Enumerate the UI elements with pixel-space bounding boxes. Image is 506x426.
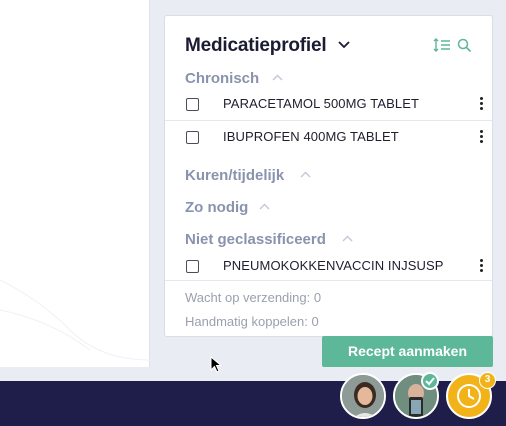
kebab-menu-icon[interactable] — [480, 97, 484, 113]
medication-row[interactable]: IBUPROFEN 400MG TABLET — [165, 121, 494, 154]
search-icon[interactable] — [457, 38, 472, 53]
user-avatar[interactable] — [340, 373, 386, 419]
background-pattern — [0, 279, 150, 361]
chevron-up-icon[interactable] — [300, 171, 311, 178]
section-label: Chronisch — [185, 70, 260, 87]
card-title[interactable]: Medicatieprofiel — [185, 35, 327, 57]
status-footer: Wacht op verzending: 0 Handmatig koppele… — [165, 280, 492, 337]
mouse-cursor-icon — [210, 356, 222, 373]
manual-link-status: Handmatig koppelen: 0 — [185, 314, 319, 329]
medication-row[interactable]: PARACETAMOL 500MG TABLET — [165, 88, 494, 121]
medication-name: PARACETAMOL 500MG TABLET — [223, 96, 420, 111]
awaiting-sending-status: Wacht op verzending: 0 — [185, 290, 322, 305]
chevron-up-icon[interactable] — [342, 235, 353, 242]
notification-badge: 3 — [479, 372, 496, 389]
section-header-kuren[interactable]: Kuren/tijdelijk — [185, 167, 311, 184]
kebab-menu-icon[interactable] — [480, 130, 484, 146]
medication-checkbox[interactable] — [186, 260, 199, 273]
section-header-niet-geclassificeerd[interactable]: Niet geclassificeerd — [185, 231, 353, 248]
chevron-up-icon[interactable] — [259, 203, 270, 210]
create-prescription-button[interactable]: Recept aanmaken — [322, 336, 493, 367]
chevron-up-icon[interactable] — [272, 74, 283, 81]
section-header-zo-nodig[interactable]: Zo nodig — [185, 199, 270, 216]
left-panel — [0, 0, 150, 367]
medication-checkbox[interactable] — [186, 98, 199, 111]
medication-profile-card: Medicatieprofiel Chronisch PARACETAMOL 5… — [164, 15, 494, 337]
medication-name: IBUPROFEN 400MG TABLET — [223, 129, 399, 144]
section-label: Zo nodig — [185, 199, 249, 216]
medication-row[interactable]: PNEUMOKOKKENVACCIN INJSUSP — [165, 250, 494, 283]
section-label: Niet geclassificeerd — [185, 231, 326, 248]
check-icon — [421, 372, 439, 390]
medication-checkbox[interactable] — [186, 131, 199, 144]
medication-name: PNEUMOKOKKENVACCIN INJSUSP — [223, 258, 444, 273]
sort-icon[interactable] — [433, 38, 451, 52]
chevron-down-icon[interactable] — [338, 41, 350, 49]
kebab-menu-icon[interactable] — [480, 259, 484, 275]
section-header-chronisch[interactable]: Chronisch — [185, 70, 283, 87]
section-label: Kuren/tijdelijk — [185, 167, 285, 184]
